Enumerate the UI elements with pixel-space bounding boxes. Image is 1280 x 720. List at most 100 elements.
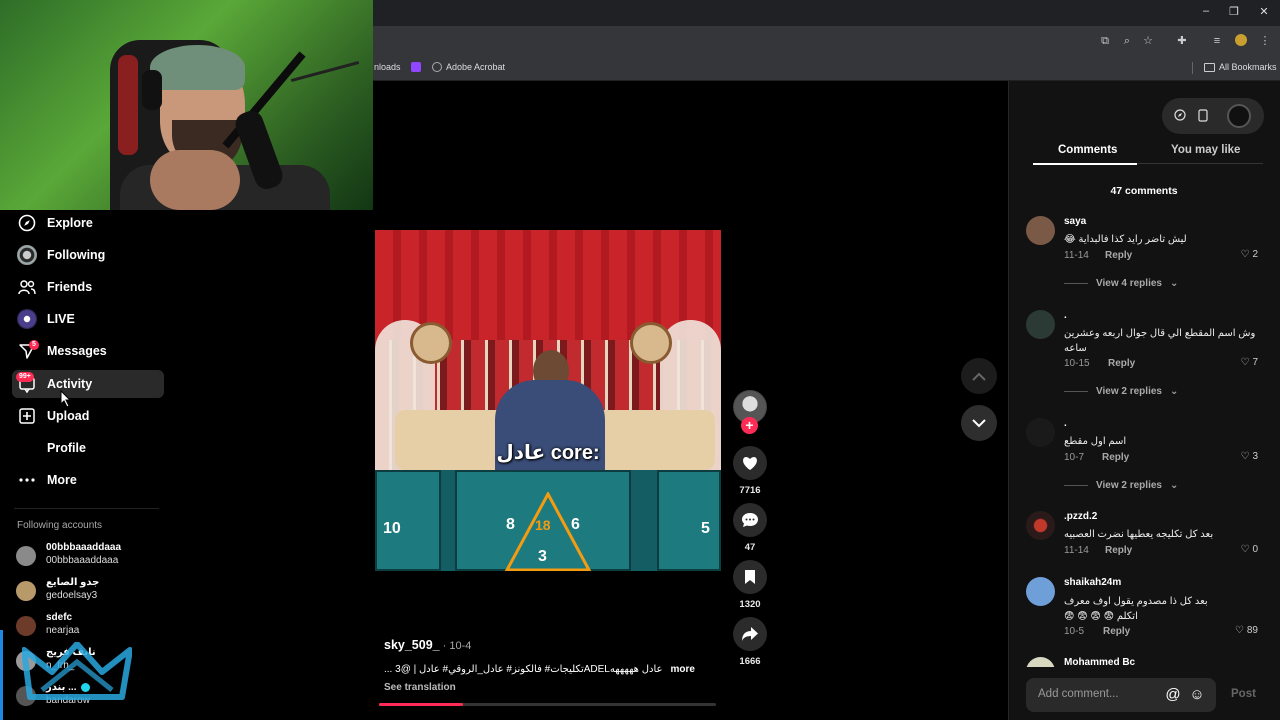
nav-more[interactable]: More xyxy=(12,466,164,494)
comment-username[interactable]: . xyxy=(1064,310,1067,321)
following-account[interactable]: 00bbbaaaddaaa 00bbbaaaddaaa xyxy=(16,542,176,574)
nav-upload-label: Upload xyxy=(47,409,90,423)
comment-text: وش اسم المقطع الي قال جوال اربعه وعشرين … xyxy=(1064,328,1256,354)
avatar[interactable] xyxy=(1026,310,1055,339)
more-button[interactable]: more xyxy=(670,664,694,675)
comment-username[interactable]: . xyxy=(1064,418,1067,429)
heart-outline-icon: ♡ xyxy=(1234,625,1244,636)
compass-icon xyxy=(16,212,38,234)
see-translation-button[interactable]: See translation xyxy=(384,682,456,693)
comment-username[interactable]: .pzzd.2 xyxy=(1064,511,1097,522)
comment-text: بعد كل تكليجه يعطيها نضرت العصبيه xyxy=(1064,529,1214,540)
nav-live[interactable]: LIVE xyxy=(12,305,164,333)
zoom-icon[interactable]: ⌕ xyxy=(1120,34,1134,48)
share-icon[interactable] xyxy=(733,617,767,651)
nav-activity-label: Activity xyxy=(47,377,93,391)
nav-upload[interactable]: Upload xyxy=(12,402,164,430)
minimize-button[interactable]: – xyxy=(1198,5,1214,17)
video-author[interactable]: sky_509_ · 10-4 xyxy=(384,638,471,652)
comment-like-button[interactable]: ♡ 3 xyxy=(1240,451,1258,462)
heart-outline-icon: ♡ xyxy=(1240,451,1250,462)
browser-menu-icon[interactable]: ⋮ xyxy=(1258,34,1272,48)
heart-icon[interactable] xyxy=(733,446,767,480)
avatar[interactable] xyxy=(1026,418,1055,447)
install-app-icon[interactable]: ⧉ xyxy=(1098,34,1112,48)
like-count: 89 xyxy=(1246,625,1258,636)
nav-live-label: LIVE xyxy=(47,312,75,326)
restore-button[interactable]: ❐ xyxy=(1226,5,1242,18)
comment-username[interactable]: shaikah24m xyxy=(1064,577,1121,588)
phone-icon[interactable] xyxy=(1196,109,1210,123)
all-bookmarks-button[interactable]: All Bookmarks xyxy=(1204,62,1277,72)
nav-friends[interactable]: Friends xyxy=(12,273,164,301)
emoji-icon[interactable]: ☺ xyxy=(1188,686,1206,704)
chevron-up-icon xyxy=(972,372,986,381)
comment-like-button[interactable]: ♡ 2 xyxy=(1240,249,1258,260)
bookmark-adobe-acrobat[interactable]: Adobe Acrobat xyxy=(432,62,505,72)
more-icon xyxy=(16,469,38,491)
comment-action[interactable]: 47 xyxy=(732,503,768,553)
nav-profile-label: Profile xyxy=(47,441,86,455)
reply-button[interactable]: Reply xyxy=(1105,545,1132,556)
comment-icon[interactable] xyxy=(733,503,767,537)
messages-badge: 5 xyxy=(29,340,39,350)
bookmark-twitch-icon[interactable] xyxy=(411,62,421,72)
star-icon[interactable]: ☆ xyxy=(1141,34,1155,48)
comment-like-button[interactable]: ♡ 89 xyxy=(1235,625,1258,636)
comment-text: ليش تاضر رايد كذا فالبداية 😂 xyxy=(1064,234,1187,245)
like-action[interactable]: 7716 xyxy=(732,446,768,496)
follow-plus-button[interactable]: + xyxy=(741,417,758,434)
avatar[interactable] xyxy=(1026,216,1055,245)
compass-small-icon[interactable] xyxy=(1173,109,1187,123)
bookmark-downloads[interactable]: nloads xyxy=(374,62,401,72)
author-name[interactable]: sky_509_ xyxy=(384,638,440,652)
nav-messages[interactable]: 5 Messages xyxy=(12,337,164,365)
profile-avatar-icon[interactable] xyxy=(1234,34,1248,48)
next-video-button[interactable] xyxy=(961,405,997,441)
chevron-down-icon: ⌄ xyxy=(1169,386,1179,397)
previous-video-button[interactable] xyxy=(961,358,997,394)
avatar[interactable] xyxy=(1026,577,1055,606)
reply-button[interactable]: Reply xyxy=(1103,626,1130,637)
following-account[interactable]: sdefc nearjaa xyxy=(16,612,176,644)
mention-icon[interactable]: @ xyxy=(1164,686,1182,704)
account-name: 00bbbaaaddaaa xyxy=(46,542,122,553)
media-control-icon[interactable]: ≡ xyxy=(1210,34,1224,48)
nav-explore-label: Explore xyxy=(47,216,93,230)
extensions-icon[interactable]: ✚ xyxy=(1175,34,1189,48)
comment-like-button[interactable]: ♡ 0 xyxy=(1240,544,1258,555)
activity-badge: 99+ xyxy=(16,372,34,382)
profile-circle-icon[interactable] xyxy=(1227,104,1251,128)
comment-count-heading: 47 comments xyxy=(1110,185,1178,197)
post-button[interactable]: Post xyxy=(1231,688,1256,700)
view-replies-button[interactable]: View 2 replies ⌄ xyxy=(1064,386,1178,397)
comment-count: 47 xyxy=(744,542,756,553)
reply-button[interactable]: Reply xyxy=(1108,358,1135,369)
nav-following[interactable]: Following xyxy=(12,241,164,269)
following-account[interactable]: جدو الصايع gedoelsay3 xyxy=(16,577,176,609)
comment-like-button[interactable]: ♡ 7 xyxy=(1240,357,1258,368)
reply-button[interactable]: Reply xyxy=(1105,250,1132,261)
folder-icon xyxy=(1204,62,1215,72)
view-replies-button[interactable]: View 4 replies ⌄ xyxy=(1064,278,1178,289)
nav-activity[interactable]: 99+ Activity xyxy=(12,370,164,398)
bookmark-icon[interactable] xyxy=(733,560,767,594)
comment-date: 10-15 xyxy=(1064,358,1090,369)
video-player[interactable]: عادل core: 10 8 18 6 3 5 xyxy=(375,230,721,571)
comment-username[interactable]: saya xyxy=(1064,216,1086,227)
avatar[interactable] xyxy=(1026,511,1055,540)
nav-explore[interactable]: Explore xyxy=(12,209,164,237)
view-replies-button[interactable]: View 2 replies ⌄ xyxy=(1064,480,1178,491)
reply-button[interactable]: Reply xyxy=(1102,452,1129,463)
account-handle: gedoelsay3 xyxy=(46,590,98,601)
add-comment-placeholder: Add comment... xyxy=(1038,688,1119,700)
save-action[interactable]: 1320 xyxy=(732,560,768,610)
share-action[interactable]: 1666 xyxy=(732,617,768,667)
comment-item: . اسم اول مقطع 10-7 Reply ♡ 3 View 2 repl… xyxy=(1026,418,1258,498)
tab-comments[interactable]: Comments xyxy=(1058,144,1117,156)
comment-username[interactable]: Mohammed Bc xyxy=(1064,657,1135,667)
tab-you-may-like[interactable]: You may like xyxy=(1171,144,1240,156)
avatar[interactable] xyxy=(1026,657,1055,667)
nav-profile[interactable]: Profile xyxy=(12,434,164,462)
close-window-button[interactable]: ✕ xyxy=(1256,5,1272,18)
